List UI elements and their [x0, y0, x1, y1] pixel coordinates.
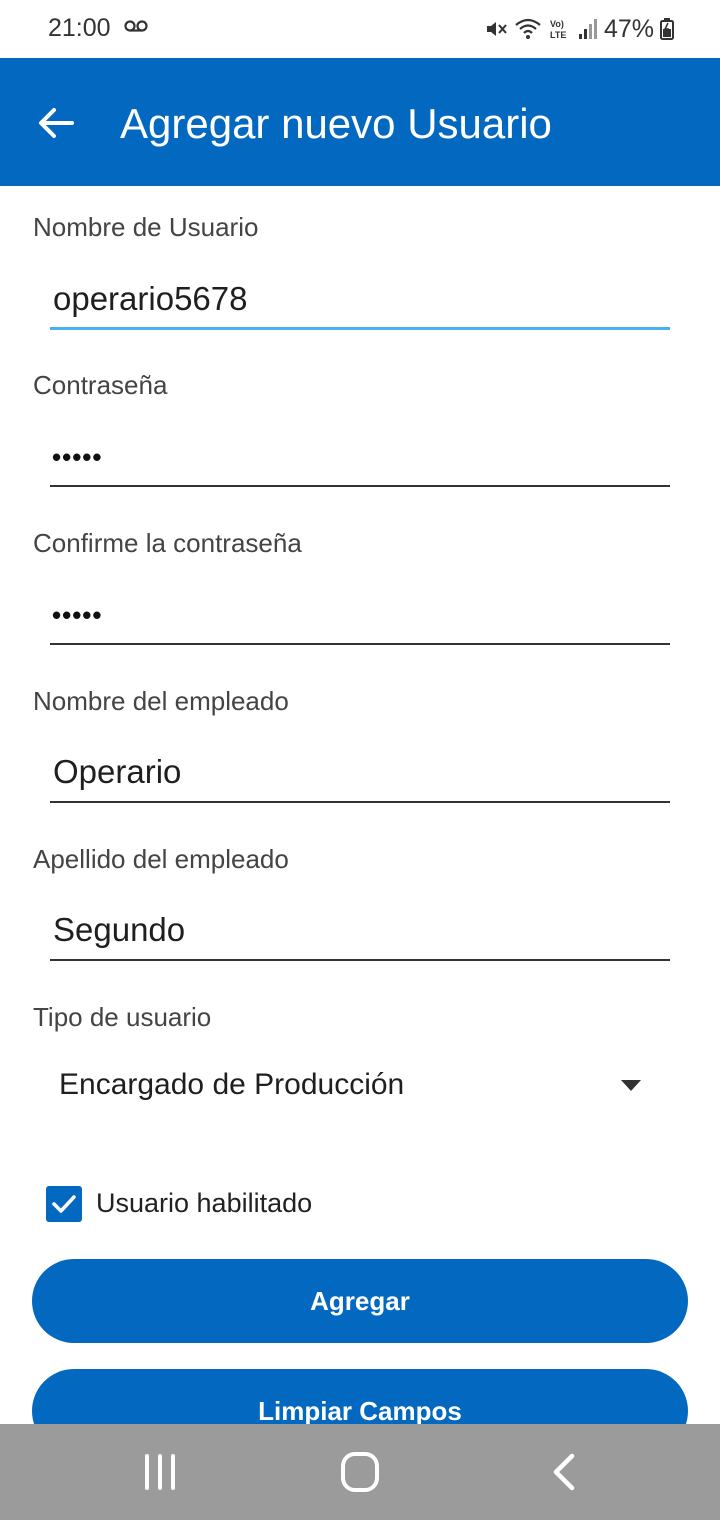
- back-arrow-icon[interactable]: [30, 98, 80, 148]
- user-type-value: Encargado de Producción: [59, 1068, 405, 1101]
- last-name-value: Segundo: [53, 911, 186, 948]
- status-time: 21:00: [48, 14, 111, 42]
- username-underline: [50, 327, 670, 330]
- first-name-underline: [50, 801, 670, 803]
- username-input[interactable]: operario5678: [50, 272, 670, 330]
- confirm-password-label: Confirme la contraseña: [33, 528, 302, 558]
- confirm-password-underline: [50, 643, 670, 645]
- user-type-label: Tipo de usuario: [33, 1002, 212, 1032]
- add-button[interactable]: Agregar: [32, 1259, 688, 1343]
- wifi-icon: [515, 18, 541, 39]
- mute-icon: [486, 22, 507, 36]
- volte-icon: Vo) LTE: [550, 19, 566, 40]
- username-label: Nombre de Usuario: [33, 212, 259, 242]
- voicemail-icon: [124, 20, 148, 32]
- password-value: •••••: [52, 442, 103, 472]
- svg-text:Vo): Vo): [550, 19, 564, 29]
- svg-text:LTE: LTE: [550, 30, 566, 40]
- last-name-input[interactable]: Segundo: [50, 903, 670, 961]
- status-bar: 21:00 Vo) LTE 47%: [0, 0, 720, 58]
- confirm-password-value: •••••: [52, 600, 103, 630]
- first-name-label: Nombre del empleado: [33, 686, 289, 716]
- battery-icon: [660, 18, 674, 40]
- enabled-checkbox[interactable]: [46, 1186, 82, 1222]
- user-type-select[interactable]: Encargado de Producción: [33, 1058, 673, 1118]
- system-nav-bar: [0, 1424, 720, 1520]
- app-bar: Agregar nuevo Usuario: [0, 58, 720, 186]
- last-name-underline: [50, 959, 670, 961]
- password-input[interactable]: •••••: [50, 429, 670, 487]
- dropdown-arrow-icon: [621, 1080, 641, 1091]
- password-label: Contraseña: [33, 370, 168, 400]
- confirm-password-input[interactable]: •••••: [50, 587, 670, 645]
- first-name-input[interactable]: Operario: [50, 745, 670, 803]
- back-nav-icon[interactable]: [534, 1450, 594, 1494]
- enabled-checkbox-label[interactable]: Usuario habilitado: [96, 1188, 312, 1219]
- last-name-label: Apellido del empleado: [33, 844, 289, 874]
- password-underline: [50, 485, 670, 487]
- battery-percent: 47%: [603, 14, 654, 43]
- page-title: Agregar nuevo Usuario: [120, 100, 552, 147]
- first-name-value: Operario: [53, 753, 182, 790]
- signal-icon: [578, 19, 597, 39]
- status-icons: Vo) LTE 47%: [484, 14, 674, 44]
- home-icon[interactable]: [330, 1450, 390, 1494]
- recent-apps-icon[interactable]: [130, 1450, 190, 1494]
- checkmark-icon: [52, 1195, 76, 1213]
- username-value: operario5678: [53, 280, 248, 317]
